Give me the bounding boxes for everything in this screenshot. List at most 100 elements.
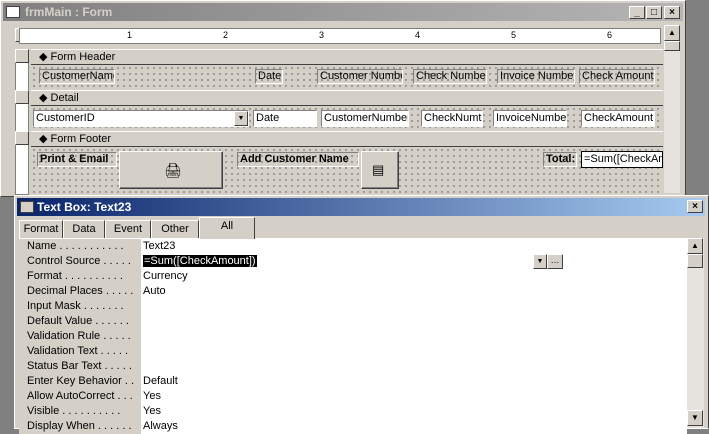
property-row-display-when[interactable]: Display When . . . . . . Always xyxy=(19,419,687,434)
property-row-allow-autocorrect[interactable]: Allow AutoCorrect . . . Yes xyxy=(19,389,687,404)
add-customer-button[interactable]: ▤ xyxy=(361,151,399,189)
scroll-up-icon[interactable]: ▲ xyxy=(687,238,703,254)
tab-all[interactable]: All xyxy=(199,217,255,239)
property-name: Enter Key Behavior . . xyxy=(19,374,141,389)
property-name: Status Bar Text . . . . . xyxy=(19,359,141,374)
property-value[interactable]: Yes xyxy=(141,389,687,404)
property-value[interactable]: Currency xyxy=(141,269,687,284)
property-name: Control Source . . . . . xyxy=(19,254,141,269)
horizontal-ruler[interactable]: 1 2 3 4 5 6 xyxy=(19,28,661,44)
property-vertical-scrollbar[interactable]: ▲ ▼ xyxy=(687,238,704,428)
textbox-total-selected[interactable]: =Sum([CheckAm xyxy=(581,151,663,168)
property-value[interactable] xyxy=(141,299,687,314)
textbox-date[interactable]: Date xyxy=(253,110,317,127)
property-row-decimal-places[interactable]: Decimal Places . . . . . Auto xyxy=(19,284,687,299)
section-label: Form Footer xyxy=(50,133,112,145)
property-name: Default Value . . . . . . xyxy=(19,314,141,329)
property-value[interactable]: Yes xyxy=(141,404,687,419)
property-row-input-mask[interactable]: Input Mask . . . . . . . xyxy=(19,299,687,314)
print-email-button[interactable]: 🖨 xyxy=(119,151,223,189)
scroll-up-icon[interactable]: ▲ xyxy=(664,25,680,41)
tab-other[interactable]: Other xyxy=(151,220,199,238)
form-design-window: frmMain : Form _ □ × 1 2 3 4 5 6 ◆ Form … xyxy=(0,0,686,197)
form-window-title: frmMain : Form xyxy=(25,5,113,19)
property-row-control-source[interactable]: Control Source . . . . . =Sum([CheckAmoun… xyxy=(19,254,687,269)
property-row-format[interactable]: Format . . . . . . . . . . Currency xyxy=(19,269,687,284)
form-title-bar[interactable]: frmMain : Form _ □ × xyxy=(3,3,683,21)
label-add-customer-name[interactable]: Add Customer Name xyxy=(237,152,359,167)
tab-format[interactable]: Format xyxy=(19,220,63,238)
tab-event[interactable]: Event xyxy=(105,220,151,238)
dropdown-arrow-icon[interactable]: ▼ xyxy=(234,111,248,126)
property-value[interactable] xyxy=(141,359,687,374)
section-label: Detail xyxy=(50,92,79,104)
builder-button[interactable]: … xyxy=(547,254,563,269)
property-sheet-icon xyxy=(20,201,34,213)
property-row-default-value[interactable]: Default Value . . . . . . xyxy=(19,314,687,329)
section-bar-detail[interactable]: ◆ Detail xyxy=(31,90,663,106)
ruler-number: 2 xyxy=(223,30,229,40)
section-bar-footer[interactable]: ◆ Form Footer xyxy=(31,131,663,147)
ruler-number: 6 xyxy=(607,30,613,40)
label-customer-name[interactable]: CustomerName xyxy=(39,69,115,84)
scroll-down-icon[interactable]: ▼ xyxy=(687,410,703,426)
property-value-control-source[interactable]: =Sum([CheckAmount]) xyxy=(141,254,687,269)
tab-data[interactable]: Data xyxy=(63,220,105,238)
property-value[interactable]: Text23 xyxy=(141,239,687,254)
textbox-check-number[interactable]: CheckNumt xyxy=(421,110,483,127)
combo-customer-id[interactable]: CustomerID ▼ xyxy=(33,110,249,127)
property-value[interactable] xyxy=(141,329,687,344)
form-vertical-scrollbar[interactable]: ▲ xyxy=(664,25,680,193)
property-value[interactable]: Auto xyxy=(141,284,687,299)
minimize-button[interactable]: _ xyxy=(629,6,645,19)
property-row-name[interactable]: Name . . . . . . . . . . . Text23 xyxy=(19,239,687,254)
close-button[interactable]: × xyxy=(687,200,703,213)
maximize-button[interactable]: □ xyxy=(646,6,662,19)
property-title-bar[interactable]: Text Box: Text23 × xyxy=(17,198,705,216)
label-print-email[interactable]: Print & Email xyxy=(37,152,117,167)
property-name: Format . . . . . . . . . . xyxy=(19,269,141,284)
textbox-invoice-number[interactable]: InvoiceNumbe xyxy=(493,110,567,127)
header-section-grid[interactable]: CustomerName Date Customer Number Check … xyxy=(31,65,663,89)
property-name: Name . . . . . . . . . . . xyxy=(19,239,141,254)
property-name: Input Mask . . . . . . . xyxy=(19,299,141,314)
form-icon: ▤ xyxy=(372,162,385,177)
ruler-number: 1 xyxy=(127,30,133,40)
property-row-status-bar-text[interactable]: Status Bar Text . . . . . xyxy=(19,359,687,374)
label-customer-number[interactable]: Customer Number xyxy=(317,69,403,84)
section-selector-detail[interactable] xyxy=(15,90,29,104)
label-check-number[interactable]: Check Number xyxy=(413,69,487,84)
label-invoice-number[interactable]: Invoice Number xyxy=(497,69,575,84)
detail-section-grid[interactable]: CustomerID ▼ Date CustomerNumber CheckNu… xyxy=(31,106,663,130)
section-bar-header[interactable]: ◆ Form Header xyxy=(31,49,663,65)
label-total[interactable]: Total: xyxy=(543,152,577,167)
property-value[interactable] xyxy=(141,314,687,329)
section-selector-header[interactable] xyxy=(15,49,29,63)
property-name: Decimal Places . . . . . xyxy=(19,284,141,299)
label-date[interactable]: Date xyxy=(255,69,283,84)
property-row-validation-text[interactable]: Validation Text . . . . . xyxy=(19,344,687,359)
property-row-visible[interactable]: Visible . . . . . . . . . . Yes xyxy=(19,404,687,419)
property-row-validation-rule[interactable]: Validation Rule . . . . . xyxy=(19,329,687,344)
printer-icon: 🖨 xyxy=(164,162,182,178)
textbox-check-amount[interactable]: CheckAmount xyxy=(581,110,655,127)
scroll-thumb[interactable] xyxy=(687,254,703,268)
ruler-number: 3 xyxy=(319,30,325,40)
close-button[interactable]: × xyxy=(664,6,680,19)
property-name: Validation Text . . . . . xyxy=(19,344,141,359)
section-selector-footer[interactable] xyxy=(15,131,29,145)
property-sheet-window: Text Box: Text23 × Format Data Event Oth… xyxy=(14,195,709,434)
property-value[interactable]: Default xyxy=(141,374,687,389)
ruler-number: 4 xyxy=(415,30,421,40)
dropdown-arrow-icon[interactable]: ▼ xyxy=(533,254,547,269)
property-row-enter-key-behavior[interactable]: Enter Key Behavior . . Default xyxy=(19,374,687,389)
label-check-amount[interactable]: Check Amount xyxy=(579,69,655,84)
property-value[interactable] xyxy=(141,344,687,359)
textbox-customer-number[interactable]: CustomerNumber xyxy=(321,110,409,127)
footer-section-grid[interactable]: Print & Email 🖨 Add Customer Name ▤ Tota… xyxy=(31,147,663,193)
property-name: Allow AutoCorrect . . . xyxy=(19,389,141,404)
combo-value: CustomerID xyxy=(36,112,95,124)
scroll-thumb[interactable] xyxy=(664,41,680,51)
property-value[interactable]: Always xyxy=(141,419,687,434)
vertical-ruler[interactable] xyxy=(15,49,29,195)
